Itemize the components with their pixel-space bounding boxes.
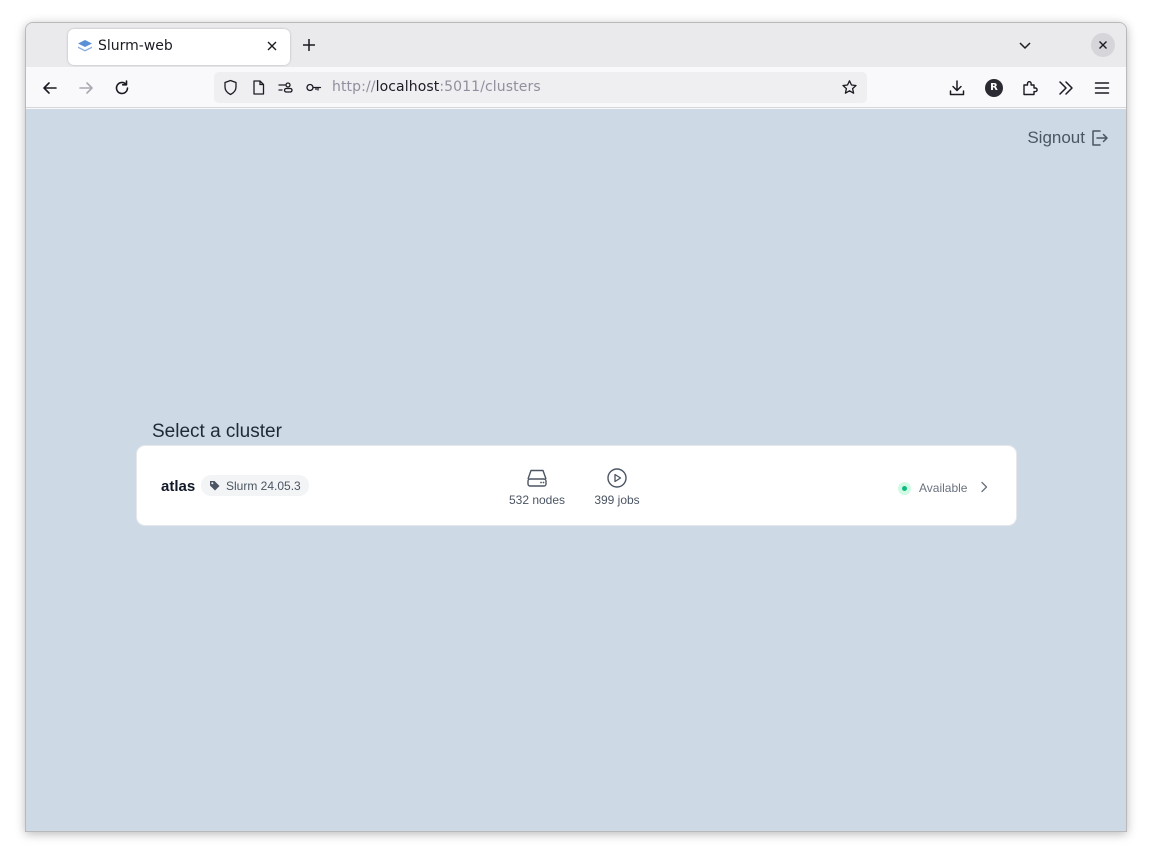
page-icon[interactable] xyxy=(250,79,267,96)
chevron-down-icon[interactable] xyxy=(1017,37,1033,53)
download-icon[interactable] xyxy=(948,79,966,97)
tab-title: Slurm-web xyxy=(98,38,173,54)
extensions-icon[interactable] xyxy=(1021,79,1039,97)
profile-avatar[interactable]: R xyxy=(985,79,1003,97)
nodes-count: 532 nodes xyxy=(508,493,566,507)
version-text: Slurm 24.05.3 xyxy=(226,478,301,493)
navigation-toolbar: http://localhost:5011/clusters R xyxy=(26,67,1126,108)
status-dot-icon xyxy=(898,481,911,495)
back-arrow-icon[interactable] xyxy=(41,79,59,97)
page-content: Signout Select a cluster atlas Slurm 24.… xyxy=(26,109,1126,831)
chevron-right-icon[interactable] xyxy=(977,480,991,494)
server-drive-icon xyxy=(527,469,547,487)
jobs-count: 399 jobs xyxy=(594,493,640,507)
close-icon xyxy=(1099,41,1107,49)
url-bar[interactable]: http://localhost:5011/clusters xyxy=(214,72,867,103)
hamburger-menu-icon[interactable] xyxy=(1093,79,1111,97)
version-badge: Slurm 24.05.3 xyxy=(201,475,309,496)
key-icon[interactable] xyxy=(305,79,322,96)
window-close-button[interactable] xyxy=(1091,33,1115,57)
tag-icon xyxy=(210,481,220,491)
slurm-layers-icon xyxy=(78,40,92,52)
url-scheme: http:// xyxy=(332,79,376,95)
star-icon[interactable] xyxy=(841,79,858,96)
status-text: Available xyxy=(919,481,968,495)
url-text[interactable]: http://localhost:5011/clusters xyxy=(332,79,541,95)
cluster-name: atlas xyxy=(161,478,196,495)
reload-icon[interactable] xyxy=(113,79,131,97)
signout-button[interactable]: Signout xyxy=(1027,127,1110,149)
shield-icon[interactable] xyxy=(222,79,239,96)
close-icon[interactable] xyxy=(264,38,280,54)
tab-slurm-web[interactable]: Slurm-web xyxy=(68,29,290,65)
tab-strip: Slurm-web xyxy=(26,23,1126,67)
jobs-stat: 399 jobs xyxy=(582,467,652,507)
url-host: localhost xyxy=(375,79,440,95)
nodes-stat: 532 nodes xyxy=(502,467,572,507)
browser-window: Slurm-web http://localhost:5011/clusters… xyxy=(25,22,1127,832)
status-badge: Available xyxy=(898,481,967,495)
play-circle-icon xyxy=(607,468,627,488)
cluster-card-atlas[interactable]: atlas Slurm 24.05.3 532 nodes 399 jobs A… xyxy=(136,445,1017,526)
forward-arrow-icon[interactable] xyxy=(77,79,95,97)
permissions-icon[interactable] xyxy=(277,79,294,96)
overflow-chevrons-icon[interactable] xyxy=(1057,79,1075,97)
logout-icon xyxy=(1092,130,1108,146)
signout-label: Signout xyxy=(1027,128,1085,147)
plus-icon[interactable] xyxy=(301,37,317,53)
page-title: Select a cluster xyxy=(152,421,282,442)
url-path: :5011/clusters xyxy=(439,79,541,95)
